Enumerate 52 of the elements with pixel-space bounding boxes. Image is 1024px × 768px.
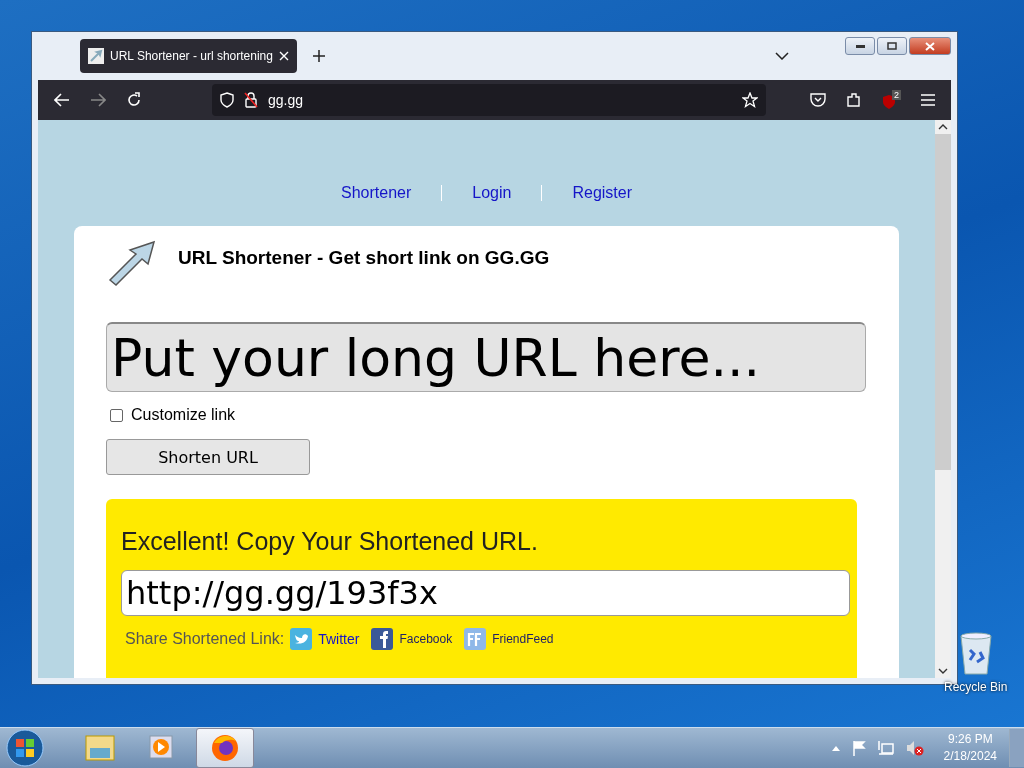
share-link[interactable]: FriendFeed [492, 632, 554, 646]
new-tab-icon[interactable] [312, 50, 325, 62]
flag-icon[interactable] [851, 740, 866, 756]
ublock-extension-button[interactable]: 2 [882, 90, 901, 110]
page-title: URL Shortener - Get short link on GG.GG [178, 247, 550, 269]
tab-list-icon[interactable] [775, 52, 789, 60]
browser-tab[interactable]: URL Shortener - url shortening [80, 39, 297, 73]
nav-link[interactable]: Register [572, 184, 632, 202]
share-link[interactable]: Twitter [318, 631, 360, 647]
firefox-icon [210, 733, 240, 763]
extensions-icon[interactable] [846, 92, 862, 108]
customize-checkbox[interactable] [110, 408, 123, 422]
folder-icon [85, 734, 115, 762]
nav-link[interactable]: Shortener [341, 184, 412, 202]
close-button[interactable] [909, 37, 951, 55]
taskbar-button[interactable] [196, 728, 254, 768]
shield-icon [220, 92, 234, 108]
address-bar[interactable]: gg.gg [212, 84, 766, 116]
recycle-bin-icon[interactable] [957, 632, 994, 676]
checkbox-label: Customize link [131, 406, 236, 424]
scroll-down-icon[interactable] [938, 668, 948, 674]
short-url-field[interactable]: http://gg.gg/193f3x [121, 570, 850, 616]
share-link[interactable]: Facebook [399, 632, 453, 646]
result-heading: Excellent! Copy Your Shortened URL. [121, 527, 539, 556]
scrollbar[interactable] [935, 120, 951, 678]
maximize-icon [887, 42, 897, 50]
long-url-field[interactable]: Put your long URL here... [106, 322, 866, 392]
minimize-icon [855, 44, 865, 48]
show-hidden-icon[interactable] [831, 745, 840, 751]
start-button[interactable] [6, 729, 44, 767]
share-label: Share Shortened Link: [125, 630, 285, 648]
insecure-lock-icon [244, 92, 258, 108]
facebook-f-icon[interactable] [371, 628, 394, 650]
arrow-logo-icon [106, 240, 156, 286]
reload-icon[interactable] [126, 92, 142, 108]
pocket-icon[interactable] [810, 93, 826, 107]
favicon-icon [88, 48, 104, 64]
media-player-icon [148, 734, 176, 762]
close-tab-icon[interactable] [278, 51, 289, 61]
nav-link[interactable]: Login [472, 184, 512, 202]
minimize-button[interactable] [845, 37, 875, 55]
back-icon[interactable] [54, 93, 70, 107]
shorten-url-button[interactable]: Shorten URL [106, 439, 310, 475]
forward-icon[interactable] [90, 93, 106, 107]
muted-speaker-icon[interactable] [905, 740, 924, 756]
close-icon [925, 41, 935, 51]
extension-badge: 2 [892, 90, 901, 100]
menu-icon[interactable] [921, 94, 935, 106]
maximize-button[interactable] [877, 37, 907, 55]
scroll-up-icon[interactable] [938, 124, 948, 130]
desktop-icon-label[interactable]: Recycle Bin [944, 680, 1008, 694]
bookmark-star-icon[interactable] [742, 92, 758, 108]
